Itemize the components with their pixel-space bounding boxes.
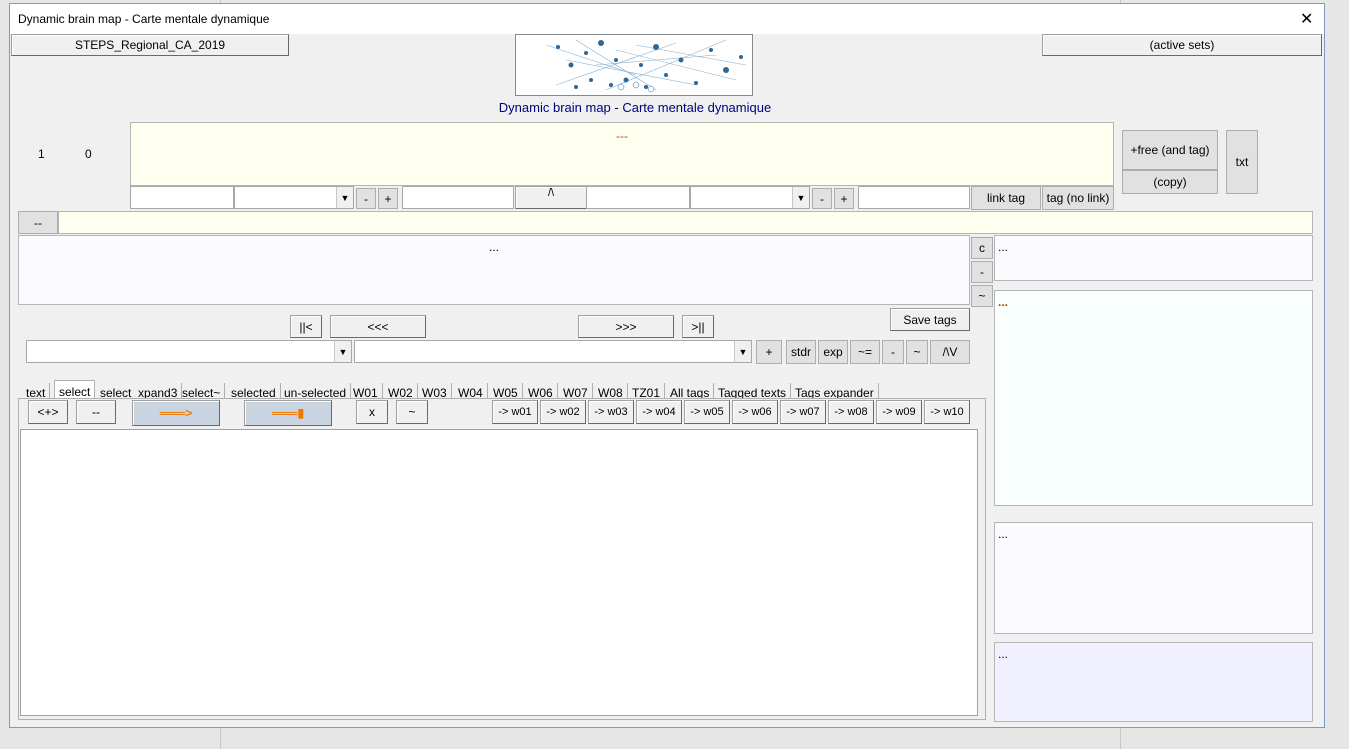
tag-combo-1[interactable]: ▼ [234,186,354,209]
nav-next-button[interactable]: >>> [578,315,674,338]
word-button-w10[interactable]: -> w10 [924,400,970,424]
dataset-label[interactable]: STEPS_Regional_CA_2019 [11,34,289,56]
collapse-button[interactable]: -- [18,211,58,234]
editor-placeholder: --- [616,129,628,143]
tag-input-3[interactable] [586,186,690,209]
select-list[interactable] [20,429,978,716]
tag-plus-button-2[interactable]: + [834,188,854,209]
filter-combo-1[interactable]: ▼ [26,340,352,363]
chevron-down-icon[interactable]: ▼ [734,341,751,362]
word-button-w03[interactable]: -> w03 [588,400,634,424]
save-tags-button[interactable]: Save tags [890,308,970,331]
free-tag-button[interactable]: +free (and tag) [1122,130,1218,170]
filter-logic-button[interactable]: /\V [930,340,970,364]
word-button-w06[interactable]: -> w06 [732,400,778,424]
info-strip[interactable] [58,211,1313,234]
text-editor[interactable]: --- [130,122,1114,186]
brain-map-image [515,34,753,96]
minus-button[interactable]: - [971,261,993,283]
dash-button[interactable]: -- [76,400,116,424]
tag-minus-button-2[interactable]: - [812,188,832,209]
tag-input-1[interactable] [130,186,234,209]
tag-minus-button[interactable]: - [356,188,376,209]
clear-button[interactable]: x [356,400,388,424]
filter-plus-button[interactable]: + [756,340,782,364]
main-window: Dynamic brain map - Carte mentale dynami… [9,3,1325,728]
filter-exp-button[interactable]: exp [818,340,848,364]
panel-2-text: ... [998,295,1009,309]
select-tilde-button[interactable]: ~ [396,400,428,424]
nav-prev-button[interactable]: <<< [330,315,426,338]
link-tag-button[interactable]: link tag [971,186,1041,210]
notes-panel[interactable]: ... [18,235,970,305]
tag-no-link-button[interactable]: tag (no link) [1042,186,1114,210]
word-button-w09[interactable]: -> w09 [876,400,922,424]
right-panel-2[interactable]: ... [994,290,1313,506]
arrow-button[interactable]: ═══> [132,400,220,426]
expand-button[interactable]: <+> [28,400,68,424]
counter-left: 1 [38,147,45,161]
filter-stdr-button[interactable]: stdr [786,340,816,364]
right-panel-4[interactable]: ... [994,642,1313,722]
panel-1-text: ... [998,240,1009,254]
counter-right: 0 [85,147,92,161]
arrow-end-button[interactable]: ═══▮ [244,400,332,426]
tag-plus-button[interactable]: + [378,188,398,209]
nav-last-button[interactable]: >|| [682,315,714,338]
close-icon[interactable]: ✕ [1300,9,1313,29]
word-button-w07[interactable]: -> w07 [780,400,826,424]
word-button-w02[interactable]: -> w02 [540,400,586,424]
filter-combo-2[interactable]: ▼ [354,340,752,363]
word-button-w04[interactable]: -> w04 [636,400,682,424]
filter-minus-button[interactable]: - [882,340,904,364]
tag-combo-2[interactable]: ▼ [690,186,810,209]
chevron-down-icon[interactable]: ▼ [792,187,809,208]
tag-input-4[interactable] [858,186,970,209]
filter-approx-button[interactable]: ~= [850,340,880,364]
filter-tilde-button[interactable]: ~ [906,340,928,364]
chevron-down-icon[interactable]: ▼ [334,341,351,362]
c-button[interactable]: c [971,237,993,259]
right-panel-3[interactable]: ... [994,522,1313,634]
panel-4-text: ... [998,647,1009,661]
word-button-w01[interactable]: -> w01 [492,400,538,424]
word-button-w08[interactable]: -> w08 [828,400,874,424]
window-title: Dynamic brain map - Carte mentale dynami… [18,12,270,26]
chevron-down-icon[interactable]: ▼ [336,187,353,208]
app-caption: Dynamic brain map - Carte mentale dynami… [498,100,772,115]
txt-button[interactable]: txt [1226,130,1258,194]
active-sets-button[interactable]: (active sets) [1042,34,1322,56]
tag-input-2[interactable] [402,186,514,209]
tag-middle-button[interactable]: /\ [515,186,587,209]
title-bar: Dynamic brain map - Carte mentale dynami… [10,4,1324,34]
right-panel-1[interactable]: ... [994,235,1313,281]
word-button-w05[interactable]: -> w05 [684,400,730,424]
tilde-button[interactable]: ~ [971,285,993,307]
copy-button[interactable]: (copy) [1122,170,1218,194]
nav-first-button[interactable]: ||< [290,315,322,338]
notes-text: ... [489,240,500,254]
panel-3-text: ... [998,527,1009,541]
